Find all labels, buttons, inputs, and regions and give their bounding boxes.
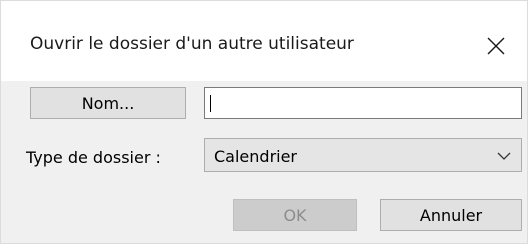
folder-type-label: Type de dossier : [26, 148, 161, 167]
dialog-titlebar: Ouvrir le dossier d'un autre utilisateur [1, 1, 527, 81]
folder-type-selected-value: Calendrier [214, 147, 298, 166]
close-button[interactable] [478, 28, 514, 64]
folder-type-select[interactable]: Calendrier [204, 138, 522, 172]
cancel-button[interactable]: Annuler [380, 199, 522, 231]
dialog-body: Nom... Type de dossier : Calendrier OK A… [1, 81, 527, 243]
dialog-title: Ouvrir le dossier d'un autre utilisateur [30, 34, 354, 54]
close-icon [487, 37, 505, 55]
open-shared-folder-dialog: Ouvrir le dossier d'un autre utilisateur… [0, 0, 528, 244]
text-caret [210, 95, 211, 112]
name-button[interactable]: Nom... [30, 87, 186, 119]
chevron-down-icon [497, 152, 511, 160]
ok-button[interactable]: OK [233, 199, 357, 231]
name-input[interactable] [204, 87, 522, 119]
